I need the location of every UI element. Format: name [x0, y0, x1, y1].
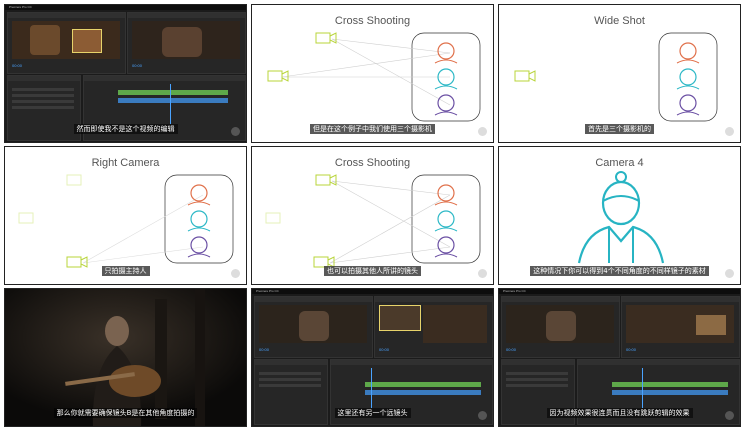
app-titlebar: Premiere Pro CC [499, 289, 740, 294]
video-camera-icon [514, 70, 536, 82]
source-video-frame [506, 305, 614, 343]
panel-cross-shooting-2: Cross Shooting 也可以拍摄其他人所讲的镜头 [251, 146, 494, 285]
camera-4-diagram [577, 171, 665, 264]
round-settings-icon[interactable] [725, 269, 734, 278]
multicam-angle-1[interactable] [379, 305, 421, 331]
subtitle: 也可以拍摄其他人所讲的镜头 [324, 266, 421, 276]
subtitle: 只拍摄主持人 [101, 266, 150, 276]
panel-wide-shot: Wide Shot 首先是三个摄影机的 [498, 4, 741, 143]
subtitle: 这种情况下你可以得到4个不同角度的不同样镜子的素材 [530, 266, 709, 276]
person-icon [434, 210, 458, 232]
person-icon [434, 184, 458, 206]
app-titlebar: Premiere Pro CC [5, 5, 246, 10]
subtitle: 然而即使我不是这个视频的编辑 [73, 124, 178, 134]
person-icon [676, 42, 700, 64]
cross-shooting-diagram [265, 174, 481, 268]
video-camera-icon [18, 212, 34, 224]
video-camera-icon [267, 70, 289, 82]
video-camera-icon [315, 32, 337, 44]
program-video-frame [423, 305, 487, 343]
round-settings-icon[interactable] [231, 269, 240, 278]
round-settings-icon[interactable] [478, 269, 487, 278]
right-camera-diagram [18, 174, 234, 268]
person-icon [187, 184, 211, 206]
panel-premiere-3[interactable]: Premiere Pro CC 00:00 00:00 因为视频效果很连贯而且没… [498, 288, 741, 427]
round-settings-icon[interactable] [725, 127, 734, 136]
video-camera-icon [315, 174, 337, 186]
video-thumbnail-grid: Premiere Pro CC 00:00 00:00 然而即使我不是这个视频的… [0, 0, 746, 428]
round-settings-icon[interactable] [478, 127, 487, 136]
person-icon [676, 94, 700, 116]
program-monitor[interactable]: 00:00 [374, 296, 493, 358]
cross-shooting-diagram [267, 32, 481, 122]
panel-right-camera: Right Camera 只拍摄主持人 [4, 146, 247, 285]
person-icon [577, 171, 665, 264]
person-icon [434, 236, 458, 258]
source-monitor[interactable]: 00:00 [501, 296, 620, 358]
program-video-frame [132, 21, 240, 59]
program-monitor[interactable]: 00:00 [127, 12, 246, 74]
person-icon [187, 236, 211, 258]
source-monitor[interactable]: 00:00 [7, 12, 126, 74]
wide-shot-diagram [514, 32, 718, 122]
subtitle: 那么你就需要确保镜头B是在其他角度拍摄的 [53, 408, 198, 418]
panel-guitarist-photo: 那么你就需要确保镜头B是在其他角度拍摄的 [4, 288, 247, 427]
person-icon [434, 68, 458, 90]
subtitle: 首先是三个摄影机的 [585, 124, 654, 134]
person-icon [434, 42, 458, 64]
guitarist-photo [5, 289, 246, 426]
program-monitor[interactable]: 00:00 [621, 296, 740, 358]
subtitle: 这里还有另一个远镜头 [334, 408, 411, 418]
subtitle: 因为视频效果很连贯而且没有跳跃剪辑的效果 [546, 408, 693, 418]
source-video-frame [259, 305, 367, 343]
round-settings-icon[interactable] [478, 411, 487, 420]
round-settings-icon[interactable] [725, 411, 734, 420]
video-camera-icon [66, 174, 82, 186]
person-icon [434, 94, 458, 116]
source-video-frame [12, 21, 120, 59]
subtitle: 但是在这个例子中我们使用三个摄影机 [310, 124, 435, 134]
panel-premiere-1[interactable]: Premiere Pro CC 00:00 00:00 然而即使我不是这个视频的… [4, 4, 247, 143]
panel-cross-shooting-1: Cross Shooting 但是在这个例子中我们使用三个摄影机 [251, 4, 494, 143]
round-settings-icon[interactable] [231, 127, 240, 136]
video-camera-icon [265, 212, 281, 224]
app-titlebar: Premiere Pro CC [252, 289, 493, 294]
source-monitor[interactable]: 00:00 [254, 296, 373, 358]
panel-camera-4: Camera 4 这种情况下你可以得到4个不同角度的不同样镜子的素材 [498, 146, 741, 285]
panel-premiere-2[interactable]: Premiere Pro CC 00:00 00:00 这里还有另一个远镜头 [251, 288, 494, 427]
person-icon [676, 68, 700, 90]
person-icon [187, 210, 211, 232]
program-video-frame [626, 305, 734, 343]
